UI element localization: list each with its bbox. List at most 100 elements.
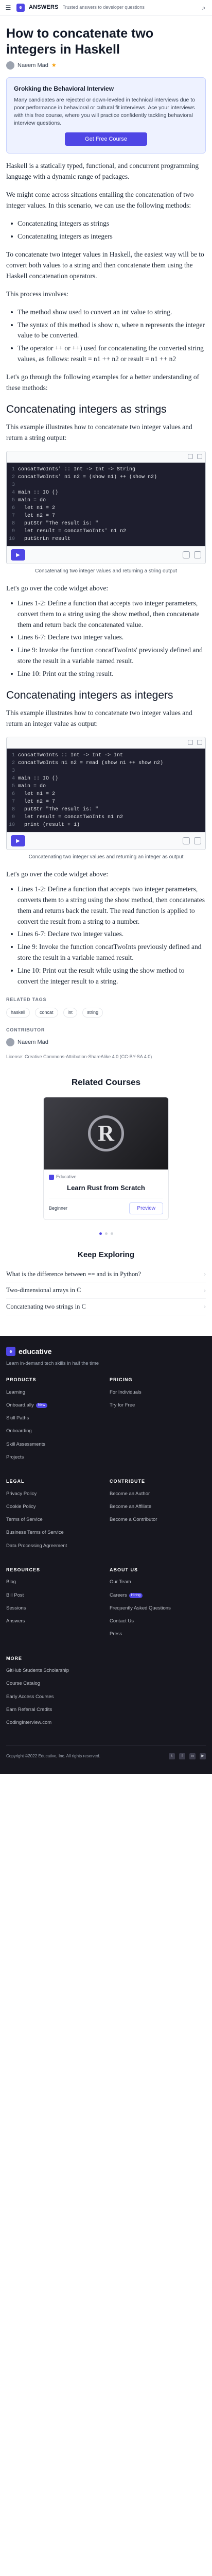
twitter-icon[interactable]: t (169, 1753, 175, 1760)
footer-column: ABOUT US Our Team Careers Hiring Frequently … (110, 1567, 206, 1644)
code-text: putStr "The result is: " (18, 806, 99, 812)
footer-link[interactable]: GitHub Students Scholarship (6, 1667, 102, 1674)
related-tags-label: RELATED TAGS (6, 997, 47, 1003)
footer-link[interactable]: Careers Hiring (110, 1592, 206, 1599)
footer-link[interactable]: Bill Post (6, 1592, 102, 1599)
run-button[interactable]: ▶ (11, 835, 25, 847)
keep-exploring-item[interactable]: Two-dimensional arrays in C › (6, 1282, 206, 1299)
code-block[interactable]: 1 concatTwoInts :: Int -> Int -> Int 2 conc… (7, 748, 205, 832)
footer-link[interactable]: Onboarding (6, 1428, 102, 1435)
line-number: 7 (11, 513, 15, 519)
keep-exploring-item[interactable]: Concatenating two strings in C › (6, 1299, 206, 1315)
footer-link[interactable]: Cookie Policy (6, 1503, 102, 1511)
reset-icon[interactable] (197, 740, 202, 745)
contributor-name[interactable]: Naeem Mad (17, 1038, 48, 1047)
footer-link[interactable]: Become a Contributor (110, 1516, 206, 1523)
footer-link-label: Careers (110, 1592, 127, 1598)
expand-icon[interactable] (194, 551, 201, 559)
code-text: concatTwoInts' :: Int -> Int -> String (18, 466, 136, 472)
linkedin-icon[interactable]: in (189, 1753, 196, 1760)
educative-logo[interactable]: e (16, 3, 25, 12)
tag-link[interactable]: int (63, 1007, 78, 1018)
keep-exploring-link[interactable]: Concatenating two strings in C (6, 1302, 86, 1312)
settings-icon[interactable] (183, 837, 190, 845)
footer-link[interactable]: Data Processing Agreement (6, 1543, 102, 1550)
line-number: 8 (11, 806, 15, 812)
line-number: 3 (11, 768, 15, 774)
footer-link[interactable]: Try for Free (110, 1402, 206, 1409)
code-text: concatTwoInts :: Int -> Int -> Int (18, 752, 123, 758)
footer-link[interactable]: Our Team (110, 1579, 206, 1586)
copy-icon[interactable] (188, 740, 193, 745)
footer-link-label: Sessions (6, 1605, 26, 1611)
avatar[interactable] (6, 61, 14, 70)
avatar[interactable] (6, 1038, 14, 1046)
youtube-icon[interactable]: ▶ (200, 1753, 206, 1760)
course-thumbnail[interactable]: R (44, 1097, 168, 1170)
footer-link[interactable]: Skill Assessments (6, 1441, 102, 1448)
course-card[interactable]: R Educative Learn Rust from Scratch Begi… (43, 1097, 169, 1221)
footer-link[interactable]: Privacy Policy (6, 1490, 102, 1498)
footer-link[interactable]: Earn Referral Credits (6, 1706, 102, 1714)
carousel-dot[interactable] (110, 1232, 113, 1235)
footer-link[interactable]: Terms of Service (6, 1516, 102, 1523)
author-name[interactable]: Naeem Mad (17, 61, 48, 70)
editor-toolbar (7, 737, 205, 749)
code-line: 6 let n1 = 2 (7, 790, 205, 798)
get-free-course-button[interactable]: Get Free Course (65, 132, 147, 146)
expand-icon[interactable] (194, 837, 201, 845)
keep-exploring-link[interactable]: What is the difference between == and is… (6, 1269, 141, 1279)
footer-column: CONTRIBUTE Become an Author Become an Affi… (110, 1478, 206, 1555)
footer-link[interactable]: Become an Author (110, 1490, 206, 1498)
educative-logo[interactable]: e (6, 1347, 15, 1357)
footer-brand-name[interactable]: educative (19, 1346, 52, 1357)
footer-link[interactable]: For Individuals (110, 1389, 206, 1396)
carousel-dot[interactable] (99, 1232, 102, 1235)
footer-link[interactable]: Press (110, 1631, 206, 1638)
course-level: Beginner (49, 1205, 68, 1211)
reset-icon[interactable] (197, 454, 202, 460)
footer-link[interactable]: Projects (6, 1454, 102, 1461)
line-number: 3 (11, 482, 15, 488)
footer-link[interactable]: Onboard.ally New (6, 1402, 102, 1409)
copy-icon[interactable] (188, 454, 193, 460)
facebook-icon[interactable]: f (179, 1753, 185, 1760)
settings-icon[interactable] (183, 551, 190, 559)
footer-link[interactable]: Answers (6, 1618, 102, 1625)
footer-link[interactable]: Early Access Courses (6, 1693, 102, 1701)
footer-link-label: Data Processing Agreement (6, 1543, 67, 1549)
tag-link[interactable]: concat (35, 1007, 58, 1018)
footer-column: LEGAL Privacy Policy Cookie Policy Terms of… (6, 1478, 102, 1555)
footer-link[interactable]: CodingInterview.com (6, 1719, 102, 1726)
footer-link[interactable]: Skill Paths (6, 1415, 102, 1422)
code-block[interactable]: 1 concatTwoInts' :: Int -> Int -> String 2… (7, 462, 205, 546)
footer-link[interactable]: Sessions (6, 1605, 102, 1612)
keep-exploring-link[interactable]: Two-dimensional arrays in C (6, 1285, 81, 1295)
code-line: 7 let n2 = 7 (7, 512, 205, 520)
run-button[interactable]: ▶ (11, 549, 25, 561)
keep-exploring-item[interactable]: What is the difference between == and is… (6, 1266, 206, 1283)
footer-link[interactable]: Contact Us (110, 1618, 206, 1625)
menu-icon[interactable]: ☰ (4, 4, 12, 12)
code-line: 1 concatTwoInts :: Int -> Int -> Int (7, 752, 205, 759)
code-text: main :: IO () (18, 489, 59, 496)
footer-link[interactable]: Business Terms of Service (6, 1529, 102, 1536)
course-title[interactable]: Learn Rust from Scratch (49, 1183, 163, 1193)
preview-button[interactable]: Preview (129, 1202, 163, 1215)
answers-brand[interactable]: ANSWERS (29, 3, 59, 12)
carousel-dot[interactable] (104, 1232, 108, 1235)
footer-link-label: Privacy Policy (6, 1490, 37, 1497)
tag-link[interactable]: string (82, 1007, 103, 1018)
line-number: 2 (11, 474, 15, 480)
footer-link[interactable]: Course Catalog (6, 1680, 102, 1687)
tag-link[interactable]: haskell (6, 1007, 30, 1018)
footer-link[interactable]: Frequently Asked Questions (110, 1605, 206, 1612)
footer-link[interactable]: Become an Affiliate (110, 1503, 206, 1511)
code-line: 2 concatTwoInts n1 n2 = read (show n1 ++ … (7, 759, 205, 767)
footer-link-label: GitHub Students Scholarship (6, 1668, 69, 1674)
footer-link[interactable]: Learning (6, 1389, 102, 1396)
footer-links-grid: PRODUCTS Learning Onboard.ally New Skill Pat… (6, 1377, 206, 1743)
footer-link[interactable]: Blog (6, 1579, 102, 1586)
search-icon[interactable]: ⌕ (200, 4, 208, 12)
code-text: let result = concatTwoInts' n1 n2 (18, 528, 127, 534)
